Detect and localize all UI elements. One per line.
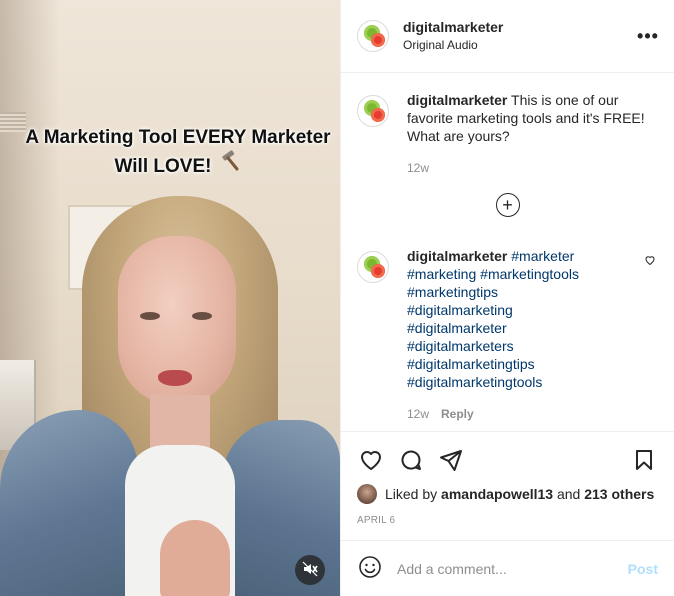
plus-icon: + — [502, 195, 513, 215]
video-caption: A Marketing Tool EVERY Marketer Will LOV… — [0, 126, 340, 179]
avatar[interactable] — [357, 95, 389, 127]
save-button[interactable] — [630, 447, 658, 475]
audio-link[interactable]: Original Audio — [403, 36, 636, 54]
instagram-post: A Marketing Tool EVERY Marketer Will LOV… — [0, 0, 674, 596]
header-names: digitalmarketer Original Audio — [403, 18, 636, 54]
gear-logo-icon — [371, 108, 385, 122]
comments-section: digitalmarketer This is one of our favor… — [341, 73, 674, 431]
comment-text: digitalmarketer This is one of our favor… — [407, 91, 658, 145]
add-comment-bar: Post — [341, 540, 674, 596]
post-video[interactable]: A Marketing Tool EVERY Marketer Will LOV… — [0, 0, 340, 596]
video-caption-line: Will LOVE! — [115, 150, 242, 179]
hashtag-link[interactable]: #marketingtips — [407, 284, 498, 300]
comment-button[interactable] — [397, 447, 425, 475]
action-icons — [357, 440, 658, 482]
comment-time[interactable]: 12w — [407, 161, 429, 175]
comment-text: digitalmarketer #marketer #marketing #ma… — [407, 247, 636, 391]
hashtag-link[interactable]: #digitalmarketing — [407, 302, 513, 318]
video-person — [158, 370, 192, 386]
hashtag-comment: digitalmarketer #marketer #marketing #ma… — [357, 247, 658, 421]
post-comment-button[interactable]: Post — [628, 561, 658, 577]
post-header: digitalmarketer Original Audio ••• — [341, 0, 674, 73]
comment-input[interactable] — [397, 560, 628, 577]
mute-button[interactable] — [295, 555, 325, 585]
comment-meta: 12w — [407, 161, 658, 175]
post-date[interactable]: APRIL 6 — [357, 512, 658, 530]
caption-comment: digitalmarketer This is one of our favor… — [357, 91, 658, 175]
post-actions: Liked by amandapowell13 and 213 others A… — [341, 431, 674, 530]
video-caption-line: A Marketing Tool EVERY Marketer — [25, 127, 331, 148]
likes-and: and — [556, 486, 581, 502]
hammer-icon — [219, 150, 241, 178]
comment-meta: 12w Reply — [407, 407, 636, 421]
header-username[interactable]: digitalmarketer — [403, 18, 636, 36]
smiley-icon — [358, 555, 382, 582]
heart-icon — [359, 448, 383, 475]
hashtag-link[interactable]: #digitalmarketers — [407, 338, 514, 354]
comment-time[interactable]: 12w — [407, 407, 429, 421]
post-sidebar: digitalmarketer Original Audio ••• digit… — [340, 0, 674, 596]
avatar[interactable] — [357, 20, 389, 52]
bookmark-icon — [632, 448, 656, 475]
share-button[interactable] — [437, 447, 465, 475]
reply-button[interactable]: Reply — [441, 407, 474, 421]
comment-username[interactable]: digitalmarketer — [407, 92, 507, 108]
more-options-button[interactable]: ••• — [636, 24, 660, 48]
liker-username[interactable]: amandapowell13 — [441, 485, 553, 503]
hashtag-link[interactable]: #marketer — [511, 248, 574, 264]
liker-avatar[interactable] — [357, 484, 377, 504]
load-more-comments: + — [357, 193, 658, 217]
heart-icon — [644, 253, 656, 269]
hashtag-link[interactable]: #marketing — [407, 266, 476, 282]
paper-plane-icon — [439, 448, 463, 475]
comment-body: digitalmarketer #marketer #marketing #ma… — [407, 247, 636, 421]
comment-username[interactable]: digitalmarketer — [407, 248, 507, 264]
emoji-button[interactable] — [357, 556, 383, 582]
video-person — [160, 520, 230, 596]
hashtag-link[interactable]: #digitalmarketer — [407, 320, 507, 336]
hashtag-link[interactable]: #digitalmarketingtools — [407, 374, 542, 390]
gear-logo-icon — [371, 33, 385, 47]
likes-prefix: Liked by — [385, 486, 438, 502]
comment-body: digitalmarketer This is one of our favor… — [407, 91, 658, 175]
hashtag-link[interactable]: #digitalmarketingtips — [407, 356, 535, 372]
likes-others-link[interactable]: 213 others — [584, 485, 654, 503]
gear-logo-icon — [371, 264, 385, 278]
speaker-muted-icon — [302, 561, 318, 580]
comment-like-button[interactable] — [644, 253, 658, 421]
video-person — [0, 410, 138, 596]
likes-summary: Liked by amandapowell13 and 213 others — [357, 482, 658, 506]
video-person — [192, 312, 212, 320]
video-caption-text: Will LOVE! — [114, 156, 212, 177]
video-person — [140, 312, 160, 320]
hashtag-link[interactable]: #marketingtools — [480, 266, 579, 282]
ellipsis-icon: ••• — [637, 25, 659, 46]
like-button[interactable] — [357, 447, 385, 475]
comment-bubble-icon — [399, 448, 423, 475]
avatar[interactable] — [357, 251, 389, 283]
load-more-button[interactable]: + — [495, 193, 520, 217]
